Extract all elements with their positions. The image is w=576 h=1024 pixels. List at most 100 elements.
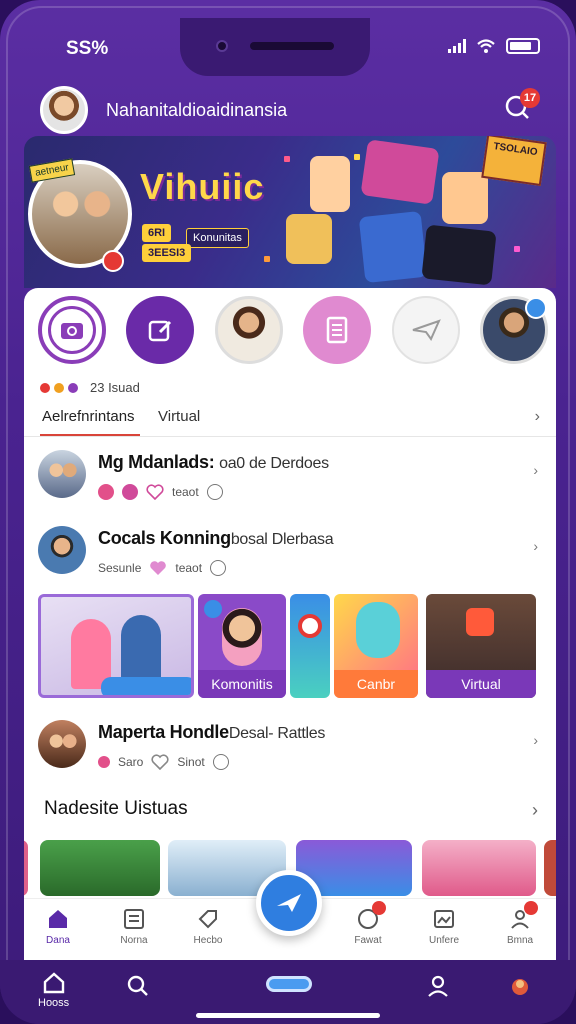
bottom-nav-menu[interactable] bbox=[508, 974, 532, 1001]
nav-label: Fawat bbox=[354, 935, 382, 946]
media-card[interactable]: Virtual bbox=[426, 594, 536, 698]
profile-avatar[interactable] bbox=[40, 86, 88, 134]
heart-icon[interactable] bbox=[149, 560, 167, 576]
nav-hecbo[interactable]: Hecbo bbox=[178, 907, 238, 946]
user-icon bbox=[508, 901, 538, 931]
notification-button[interactable]: 17 bbox=[502, 88, 540, 126]
banner-tag-secondary: 3EESI3 bbox=[142, 244, 192, 262]
bottom-nav-center-pill[interactable] bbox=[266, 976, 312, 992]
chevron-right-icon[interactable]: › bbox=[533, 462, 538, 478]
reaction-icon bbox=[98, 484, 114, 500]
nav-unfere[interactable]: Unfere bbox=[414, 907, 474, 946]
main-content: 23 Isuad Aelrefnrintans Virtual › Mg Mda… bbox=[24, 288, 556, 960]
bottom-nav-home[interactable]: Hooss bbox=[38, 972, 69, 1009]
notch bbox=[180, 18, 370, 76]
list-item-meta-label: teaot bbox=[172, 485, 199, 499]
list-item-title: Cocals Konningbosal Dlerbasa bbox=[98, 528, 334, 548]
list-item-meta-left: Saro bbox=[118, 755, 144, 769]
media-card-label: Komonitis bbox=[198, 670, 286, 698]
tab-bar: Aelrefnrintans Virtual › bbox=[40, 404, 540, 437]
nav-news[interactable]: Norna bbox=[104, 907, 164, 946]
bottom-nav-search[interactable] bbox=[126, 974, 150, 1001]
media-card[interactable] bbox=[38, 594, 194, 698]
thumbnail[interactable] bbox=[422, 840, 536, 896]
app-header: Nahanitaldioaidinansia 17 bbox=[28, 84, 548, 136]
compose-button[interactable] bbox=[256, 870, 322, 936]
list-item-title: Mg Mdanlads: oa0 de Derdoes bbox=[98, 452, 329, 472]
banner-character-girl bbox=[286, 214, 332, 264]
chevron-right-icon[interactable]: › bbox=[532, 800, 538, 821]
system-bottom-bar: Hooss bbox=[0, 960, 576, 1024]
list-item-meta: Saro Sinot bbox=[98, 754, 229, 770]
info-icon[interactable] bbox=[212, 754, 229, 770]
battery-icon bbox=[506, 38, 540, 54]
chevron-right-icon[interactable]: › bbox=[533, 732, 538, 748]
heart-icon[interactable] bbox=[151, 754, 169, 770]
banner-character-kid bbox=[442, 172, 488, 224]
story-row bbox=[38, 296, 548, 366]
home-icon bbox=[43, 972, 64, 994]
list-item-subtitle: oa0 de Derdoes bbox=[219, 455, 329, 472]
thumbnail[interactable] bbox=[40, 840, 160, 896]
header-title: Nahanitaldioaidinansia bbox=[106, 100, 288, 120]
activity-row: 23 Isuad bbox=[40, 380, 140, 395]
nav-label: Unfere bbox=[428, 935, 459, 946]
story-user-woman[interactable] bbox=[214, 296, 283, 364]
media-card[interactable]: Komonitis bbox=[198, 594, 286, 698]
camera-icon bbox=[61, 323, 83, 339]
avatar bbox=[38, 450, 86, 498]
nav-label: Bmna bbox=[506, 935, 534, 946]
banner-sign-right: TSOLAIO bbox=[481, 136, 547, 186]
nav-label: Hecbo bbox=[193, 935, 223, 946]
media-card[interactable] bbox=[290, 594, 330, 698]
camera-icon bbox=[216, 40, 228, 52]
media-carousel: Komonitis Canbr Virtual bbox=[38, 594, 542, 698]
info-icon[interactable] bbox=[210, 560, 227, 576]
search-icon bbox=[127, 975, 148, 996]
story-document[interactable] bbox=[303, 296, 372, 364]
nav-home[interactable]: Dana bbox=[28, 907, 88, 946]
story-new-badge bbox=[524, 297, 547, 319]
activity-count: 23 Isuad bbox=[90, 380, 140, 395]
media-card-label: Canbr bbox=[334, 670, 418, 698]
heart-icon[interactable] bbox=[146, 484, 164, 500]
user-icon bbox=[428, 975, 448, 997]
media-card[interactable]: Canbr bbox=[334, 594, 418, 698]
banner-grid-tile bbox=[421, 224, 497, 286]
list-item-meta: Sesunle teaot bbox=[98, 560, 227, 576]
banner-tag-community: Konunitas bbox=[186, 228, 249, 248]
list-item-meta: teaot bbox=[98, 484, 223, 500]
status-icons bbox=[448, 38, 540, 54]
list-item[interactable]: Maperta HondleDesal- Rattles Saro Sinot … bbox=[38, 718, 542, 778]
list-item[interactable]: Mg Mdanlads: oa0 de Derdoes teaot › bbox=[38, 448, 542, 508]
tab-virtual[interactable]: Virtual bbox=[158, 408, 200, 425]
phone-screen: SS% Nahanitaldioaidinansia 17 aetneur Vi… bbox=[0, 0, 576, 1024]
nav-profile[interactable]: Bmna bbox=[490, 901, 550, 946]
status-time: SS% bbox=[66, 38, 109, 59]
story-send[interactable] bbox=[391, 296, 460, 364]
thumbnail[interactable] bbox=[24, 840, 28, 896]
chat-icon bbox=[356, 901, 386, 931]
nav-label: Dana bbox=[46, 935, 70, 946]
home-indicator bbox=[196, 1013, 380, 1018]
bottom-nav-home-label: Hooss bbox=[38, 997, 70, 1009]
avatar bbox=[38, 526, 86, 574]
banner-tag: 6RI bbox=[142, 224, 172, 242]
speaker-grille bbox=[250, 42, 334, 50]
bottom-nav-profile[interactable] bbox=[426, 974, 450, 1001]
news-icon bbox=[122, 907, 146, 931]
media-card-label bbox=[290, 670, 330, 698]
chevron-right-icon[interactable]: › bbox=[533, 538, 538, 554]
list-item[interactable]: Cocals Konningbosal Dlerbasa Sesunle tea… bbox=[38, 524, 542, 584]
thumbnail[interactable] bbox=[544, 840, 556, 896]
info-icon[interactable] bbox=[206, 484, 223, 500]
status-bar: SS% bbox=[0, 0, 576, 80]
send-icon bbox=[412, 319, 441, 342]
tab-active[interactable]: Aelrefnrintans bbox=[42, 408, 135, 425]
nav-favorites[interactable]: Fawat bbox=[338, 901, 398, 946]
story-camera[interactable] bbox=[38, 296, 106, 364]
promo-banner[interactable]: aetneur Vihuiic 6RI Konunitas 3EESI3 TSO… bbox=[24, 136, 556, 288]
story-user-man[interactable] bbox=[479, 296, 548, 364]
chevron-right-icon[interactable]: › bbox=[535, 408, 540, 426]
story-edit[interactable] bbox=[126, 296, 195, 364]
